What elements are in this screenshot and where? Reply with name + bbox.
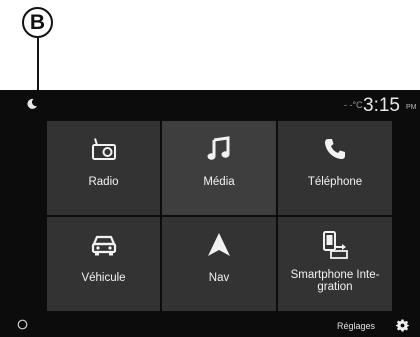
tile-label: Nav (208, 272, 230, 284)
temperature-readout: - -°C (344, 100, 363, 110)
tile-label: Véhicule (81, 272, 126, 284)
multimedia-screen: - -°C 3:15 PM Radio Média Téléphone Véhi… (0, 90, 420, 337)
music-note-icon (205, 135, 233, 163)
tile-label: Téléphone (307, 176, 363, 188)
moon-icon[interactable] (26, 98, 38, 110)
tile-radio[interactable]: Radio (47, 121, 160, 215)
settings-button-label[interactable]: Réglages (337, 321, 375, 331)
gear-icon[interactable] (396, 319, 409, 332)
callout-badge: B (22, 7, 53, 38)
tile-telephone[interactable]: Téléphone (278, 121, 392, 215)
tile-vehicle[interactable]: Véhicule (47, 217, 160, 311)
car-icon (90, 231, 118, 259)
clock-ampm: PM (406, 104, 417, 111)
home-menu-grid: Radio Média Téléphone Véhicule Nav Smart… (47, 121, 392, 311)
clock-time: 3:15 (363, 95, 400, 116)
tile-label: Smartphone Inte- gration (290, 269, 380, 293)
navigation-arrow-icon (205, 231, 233, 259)
radio-icon (90, 135, 118, 163)
tile-smartphone-integration[interactable]: Smartphone Inte- gration (278, 217, 392, 311)
tile-nav[interactable]: Nav (162, 217, 276, 311)
tile-media[interactable]: Média (162, 121, 276, 215)
tile-label: Média (203, 176, 235, 188)
tile-label: Radio (88, 176, 119, 188)
smartphone-integration-icon (321, 231, 349, 259)
phone-icon (321, 135, 349, 163)
circle-icon[interactable] (17, 319, 28, 330)
callout-letter: B (29, 10, 46, 34)
